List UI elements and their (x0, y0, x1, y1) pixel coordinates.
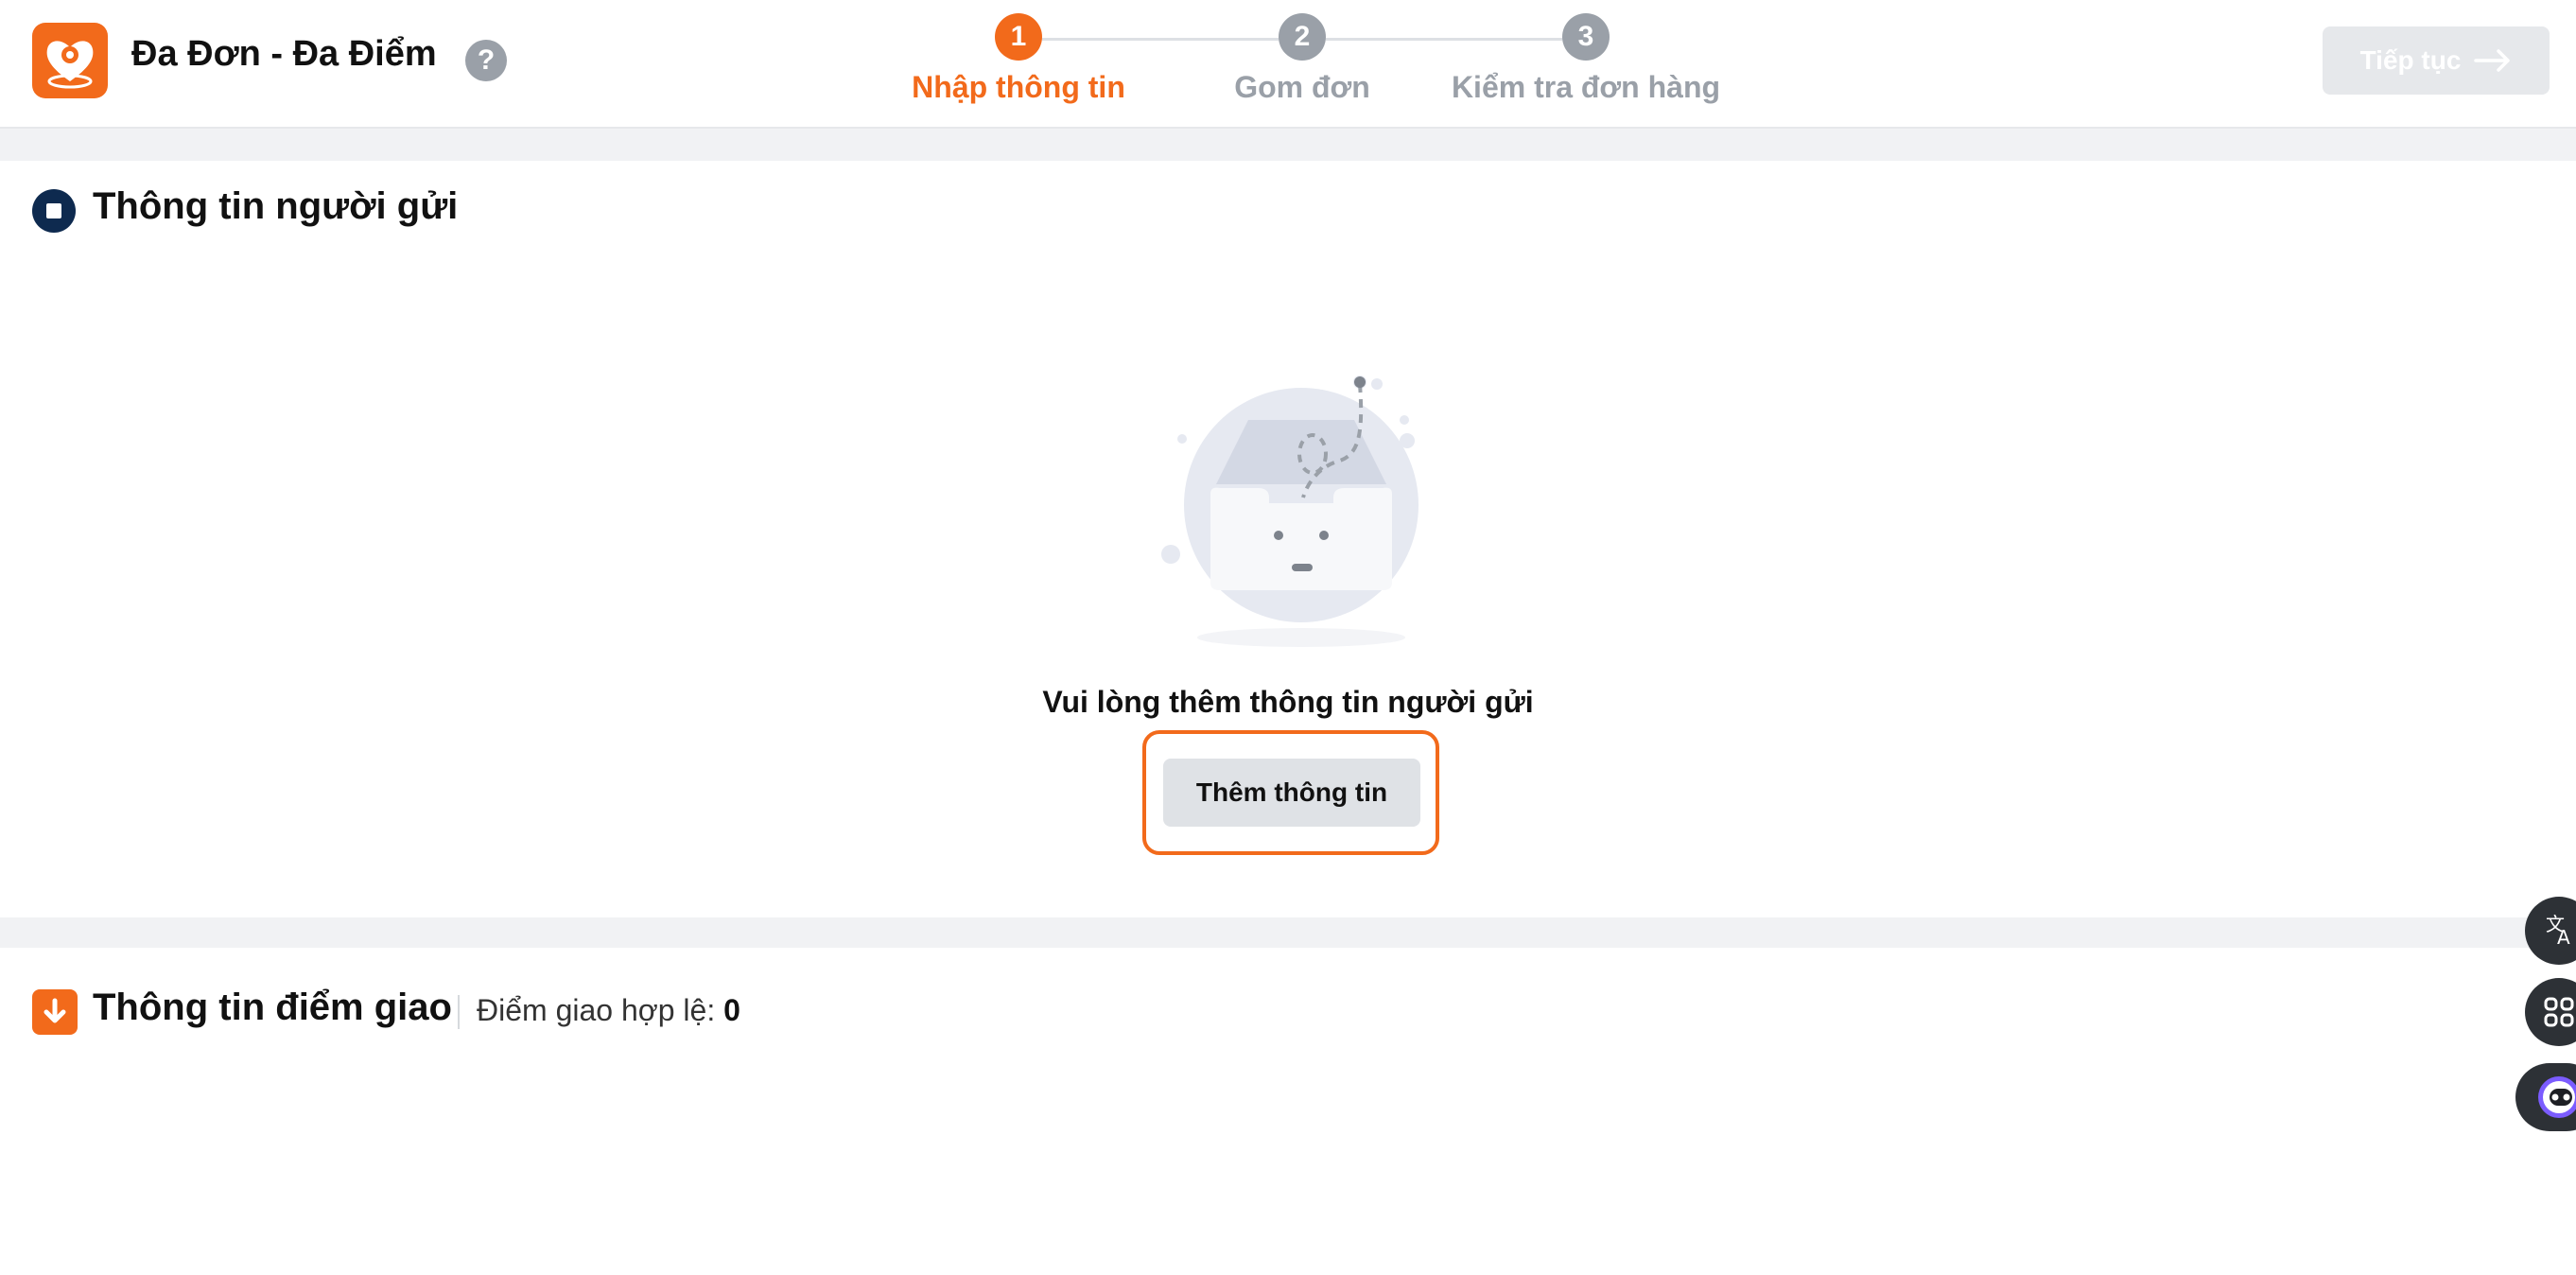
robot-face-icon (2538, 1076, 2576, 1118)
app-logo-icon (32, 23, 108, 98)
translate-icon: 文 A (2546, 913, 2570, 949)
step-connector (1042, 38, 1279, 41)
empty-state-message: Vui lòng thêm thông tin người gửi (1042, 685, 1534, 719)
step-1-indicator[interactable]: 1 (995, 13, 1042, 61)
sender-section-title: Thông tin người gửi (93, 185, 459, 227)
app-title: Đa Đơn - Đa Điểm (131, 34, 437, 74)
delivery-section-title: Thông tin điểm giao (93, 987, 452, 1028)
step-connector (1326, 38, 1562, 41)
valid-points-label: Điểm giao hợp lệ: (477, 993, 716, 1027)
step-2-indicator[interactable]: 2 (1279, 13, 1326, 61)
translate-button[interactable]: 文 A (2525, 897, 2576, 965)
step-2-label[interactable]: Gom đơn (1170, 70, 1435, 105)
valid-points-info: Điểm giao hợp lệ: 0 (477, 993, 740, 1028)
help-icon[interactable]: ? (465, 40, 507, 81)
command-icon (2544, 997, 2574, 1027)
arrow-right-icon (2474, 49, 2511, 72)
empty-inbox-illustration (1161, 376, 1419, 647)
continue-button[interactable]: Tiếp tục (2323, 26, 2550, 95)
section-separator (0, 917, 2576, 948)
continue-label: Tiếp tục (2359, 45, 2462, 75)
valid-points-count: 0 (723, 993, 740, 1027)
add-sender-info-button[interactable]: Thêm thông tin (1163, 759, 1420, 827)
step-1-label[interactable]: Nhập thông tin (886, 70, 1151, 105)
step-3-indicator[interactable]: 3 (1562, 13, 1610, 61)
top-header: Đa Đơn - Đa Điểm ? 1 Nhập thông tin 2 Go… (0, 0, 2576, 129)
svg-text:A: A (2557, 926, 2570, 949)
section-separator (0, 129, 2576, 161)
step-3-label[interactable]: Kiểm tra đơn hàng (1425, 70, 1747, 105)
assistant-button[interactable] (2515, 1063, 2576, 1131)
apps-button[interactable] (2525, 978, 2576, 1046)
arrow-down-icon (32, 989, 78, 1035)
divider (458, 995, 460, 1029)
sender-section-icon (32, 189, 76, 233)
